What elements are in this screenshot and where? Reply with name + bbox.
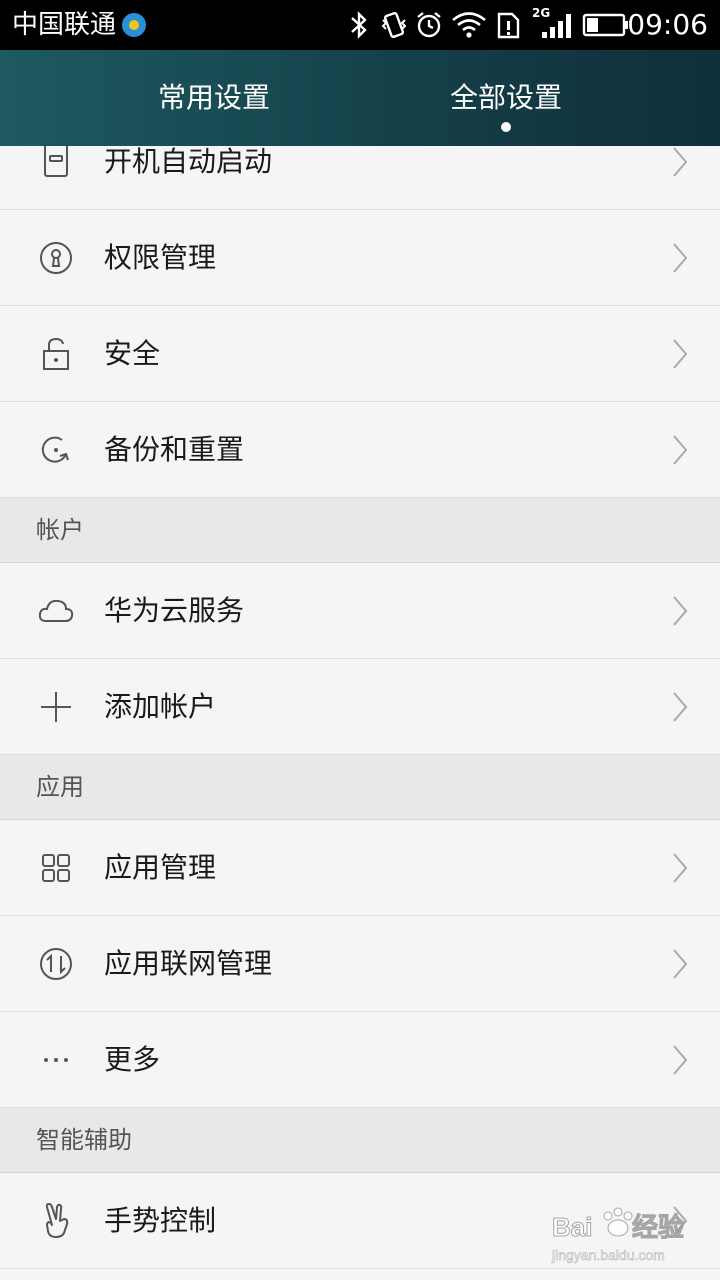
list-item-label: 安全 xyxy=(104,337,161,370)
settings-tab-bar: 常用设置 全部设置 xyxy=(0,50,720,146)
active-tab-indicator xyxy=(501,122,511,132)
chevron-right-icon xyxy=(673,853,688,883)
carrier-badge-icon xyxy=(122,13,146,37)
section-title: 智能辅助 xyxy=(36,1126,132,1154)
svg-text:Bai: Bai xyxy=(552,1212,592,1242)
list-item-label: 更多 xyxy=(104,1043,161,1076)
chevron-right-icon xyxy=(673,243,688,273)
settings-list: 开机自动启动 权限管理 安全 备份和重置 帐户 华为云服务 添加帐户 应用 应用… xyxy=(0,146,720,1269)
list-item-backup-reset[interactable]: 备份和重置 xyxy=(0,402,720,498)
status-bar: 中国联通 2G 09:06 xyxy=(0,0,720,50)
list-item-label: 开机自动启动 xyxy=(104,145,273,178)
section-header-smart-assist: 智能辅助 xyxy=(0,1108,720,1173)
list-item-label: 备份和重置 xyxy=(104,433,245,466)
wifi-icon xyxy=(452,12,486,38)
signal-icon xyxy=(542,14,571,38)
list-item-label: 权限管理 xyxy=(104,241,217,274)
list-item-label: 华为云服务 xyxy=(104,594,245,627)
backup-icon xyxy=(41,436,69,463)
list-item-permissions[interactable]: 权限管理 xyxy=(0,210,720,306)
clock: 09:06 xyxy=(627,8,708,41)
list-item-add-account[interactable]: 添加帐户 xyxy=(0,659,720,755)
chevron-right-icon xyxy=(673,692,688,722)
chevron-right-icon xyxy=(673,339,688,369)
carrier-name: 中国联通 xyxy=(12,10,117,40)
list-item-app-network[interactable]: 应用联网管理 xyxy=(0,916,720,1012)
list-item-security[interactable]: 安全 xyxy=(0,306,720,402)
chevron-right-icon xyxy=(673,435,688,465)
chevron-right-icon xyxy=(673,1045,688,1075)
baidu-logo-icon: Bai 经验 jingyan.baidu.com xyxy=(551,1207,685,1263)
list-item-label: 应用管理 xyxy=(104,851,217,884)
more-dots-icon xyxy=(44,1058,68,1062)
bluetooth-icon xyxy=(351,11,367,39)
battery-icon xyxy=(582,13,628,37)
sim-alert-icon xyxy=(497,12,520,39)
chevron-right-icon xyxy=(673,949,688,979)
network-arrows-icon xyxy=(40,948,72,980)
list-item-label: 添加帐户 xyxy=(104,690,217,723)
baidu-watermark: Bai 经验 jingyan.baidu.com xyxy=(550,1200,710,1270)
section-title: 帐户 xyxy=(36,516,84,544)
vibrate-icon xyxy=(381,11,407,39)
list-item-label: 应用联网管理 xyxy=(104,947,273,980)
plus-icon xyxy=(41,692,71,722)
alarm-icon xyxy=(417,12,441,38)
chevron-right-icon xyxy=(673,596,688,626)
list-item-label: 手势控制 xyxy=(104,1204,217,1237)
chevron-right-icon xyxy=(673,147,688,177)
list-item-startup[interactable]: 开机自动启动 xyxy=(0,146,720,210)
svg-text:经验: 经验 xyxy=(632,1212,684,1242)
section-title: 应用 xyxy=(36,773,84,801)
cloud-icon xyxy=(38,599,74,622)
section-header-apps: 应用 xyxy=(0,755,720,820)
list-item-app-management[interactable]: 应用管理 xyxy=(0,820,720,916)
lock-icon xyxy=(43,337,69,370)
grid-icon xyxy=(42,854,70,882)
list-item-huawei-cloud[interactable]: 华为云服务 xyxy=(0,563,720,659)
list-item-more[interactable]: 更多 xyxy=(0,1012,720,1108)
startup-icon xyxy=(44,146,68,177)
gesture-hand-icon xyxy=(45,1203,69,1238)
svg-text:jingyan.baidu.com: jingyan.baidu.com xyxy=(551,1247,665,1263)
keyhole-icon xyxy=(40,242,72,274)
section-header-accounts: 帐户 xyxy=(0,498,720,563)
